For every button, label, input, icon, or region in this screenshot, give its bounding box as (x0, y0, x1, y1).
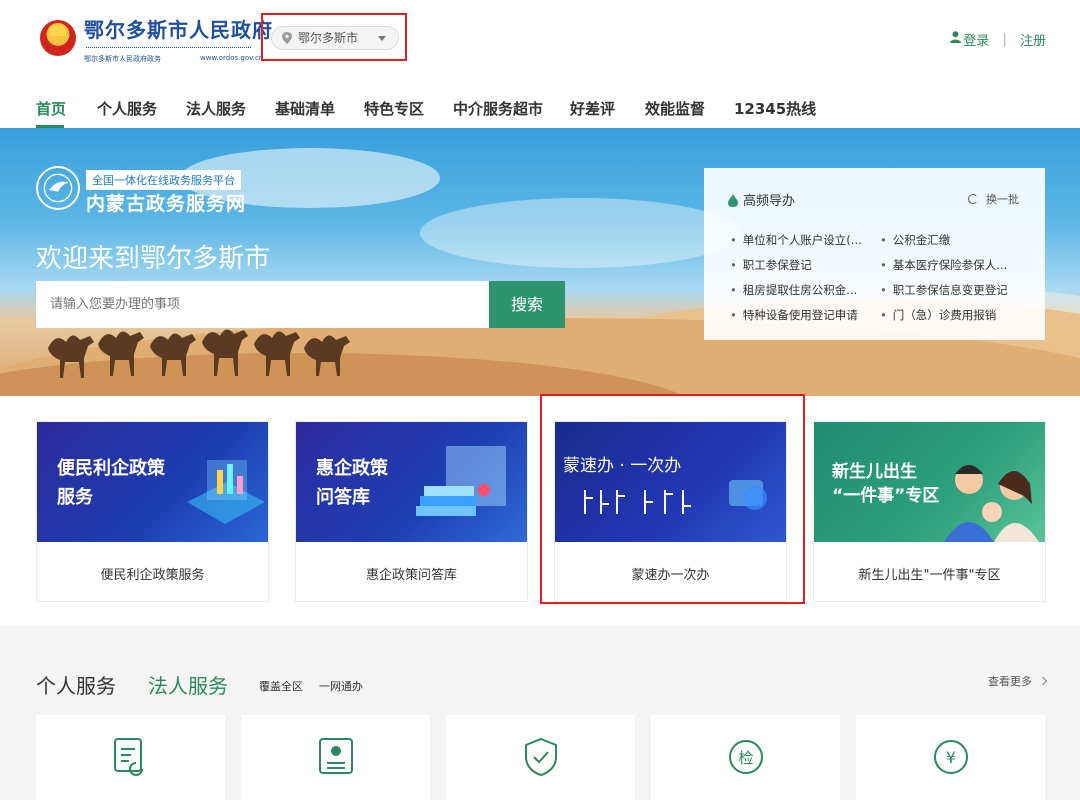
mongolian-script-decoration (86, 38, 251, 48)
quick-guide-item[interactable]: 单位和个人账户设立(... (730, 232, 862, 248)
svg-text:检: 检 (738, 749, 753, 767)
quick-guide-item[interactable]: 职工参保信息变更登记 (880, 282, 1008, 298)
quick-guide-panel: 高频导办 换一批 单位和个人账户设立(... 公积金汇缴 职工参保登记 基本医疗… (704, 168, 1045, 340)
isometric-chart-icon (187, 460, 265, 524)
id-card-icon (319, 738, 353, 774)
chevron-right-icon (1038, 676, 1048, 686)
inspect-icon: 检 (729, 740, 763, 774)
card-banner-image: 便民利企政策 服务 (37, 422, 268, 542)
cloud-decoration (420, 198, 740, 268)
refresh-label: 换一批 (986, 193, 1019, 206)
quick-guide-title: 高频导办 (728, 190, 795, 209)
quick-guide-item[interactable]: 基本医疗保险参保人... (880, 257, 1007, 273)
quick-guide-title-text: 高频导办 (743, 194, 796, 209)
nav-item-legal[interactable]: 法人服务 (186, 98, 246, 119)
page: 鄂尔多斯市人民政府 鄂尔多斯市人民政府政务 www.ordos.gov.cn 鄂… (0, 0, 1080, 800)
platform-tag: 全国一体化在线政务服务平台 (86, 170, 241, 190)
card-banner-line: 新生儿出生 (832, 462, 917, 482)
yuan-icon: ¥ (934, 740, 968, 774)
shield-check-icon (525, 737, 557, 777)
quick-guide-item[interactable]: 职工参保登记 (730, 257, 812, 273)
card-banner-text: 便民利企政策 服务 (57, 454, 165, 512)
quick-guide-item[interactable]: 门（急）诊费用报销 (880, 307, 997, 323)
hero-banner: 全国一体化在线政务服务平台 内蒙古政务服务网 欢迎来到鄂尔多斯市 搜索 高频导办… (0, 128, 1080, 396)
login-link[interactable]: 登录 (950, 30, 989, 49)
one-network-label: 一网通办 (319, 680, 363, 693)
service-tile[interactable] (241, 715, 430, 800)
auth-links: 登录 | 注册 (950, 30, 1046, 49)
flame-icon (728, 194, 738, 207)
family-illustration-icon (944, 465, 1039, 542)
city-selector[interactable]: 鄂尔多斯市 (271, 26, 399, 50)
card-label: 便民利企政策服务 (100, 568, 205, 583)
service-card-policy[interactable]: 便民利企政策 服务 便民利企政策服务 (36, 421, 269, 602)
platform-logo-icon (36, 166, 80, 210)
search-input[interactable] (36, 281, 490, 328)
location-pin-icon (282, 32, 292, 44)
highlight-frame-card (540, 394, 805, 604)
card-label: 新生儿出生"一件事"专区 (858, 568, 1001, 583)
coverage-label: 覆盖全区 (259, 680, 303, 693)
books-illustration-icon (416, 446, 506, 516)
card-banner-line: 问答库 (316, 487, 370, 508)
service-tile[interactable] (36, 715, 225, 800)
nav-item-supervision[interactable]: 效能监督 (645, 98, 705, 119)
form-refresh-icon (114, 738, 143, 776)
card-label: 惠企政策问答库 (365, 568, 457, 583)
card-banner-line: 便民利企政策 (57, 458, 165, 479)
card-banner-text: 惠企政策 问答库 (316, 454, 388, 512)
card-banner-line: 服务 (57, 487, 93, 508)
services-section: 个人服务 法人服务 覆盖全区 一网通办 查看更多 检 ¥ (0, 626, 1080, 800)
tab-personal-services[interactable]: 个人服务 (36, 670, 116, 699)
chevron-down-icon (378, 36, 386, 41)
quick-guide-item[interactable]: 特种设备使用登记申请 (730, 307, 858, 323)
nav-item-agency-market[interactable]: 中介服务超市 (453, 98, 543, 119)
refresh-button[interactable]: 换一批 (968, 191, 1019, 207)
refresh-icon (968, 194, 978, 204)
service-card-qa[interactable]: 惠企政策 问答库 惠企政策问答库 (295, 421, 528, 602)
header: 鄂尔多斯市人民政府 鄂尔多斯市人民政府政务 www.ordos.gov.cn 鄂… (0, 0, 1080, 80)
register-link[interactable]: 注册 (1020, 30, 1046, 49)
card-banner-image: 新生儿出生 “一件事”专区 (814, 422, 1045, 542)
national-emblem-icon (40, 20, 76, 56)
view-more-link[interactable]: 查看更多 (988, 673, 1048, 689)
card-banner-line: 惠企政策 (316, 458, 388, 479)
view-more-label: 查看更多 (988, 675, 1032, 688)
quick-guide-item[interactable]: 租房提取住房公积金... (730, 282, 857, 298)
site-domain: www.ordos.gov.cn (200, 54, 264, 62)
nav-item-basic-list[interactable]: 基础清单 (275, 98, 335, 119)
svg-text:¥: ¥ (946, 748, 956, 767)
login-label: 登录 (963, 34, 990, 49)
platform-name[interactable]: 内蒙古政务服务网 (86, 189, 246, 216)
city-selector-value: 鄂尔多斯市 (298, 31, 359, 45)
quick-guide-item[interactable]: 公积金汇缴 (880, 232, 951, 248)
service-tile[interactable]: 检 (651, 715, 840, 800)
service-tile[interactable]: ¥ (856, 715, 1045, 800)
service-tile[interactable] (446, 715, 635, 800)
nav-item-rating[interactable]: 好差评 (570, 98, 615, 119)
auth-divider: | (1002, 32, 1007, 47)
card-banner-text: 新生儿出生 “一件事”专区 (832, 460, 939, 508)
nav-item-hotline[interactable]: 12345热线 (734, 98, 816, 119)
service-card-newborn[interactable]: 新生儿出生 “一件事”专区 新生儿出生"一件事"专区 (813, 421, 1046, 602)
nav-item-personal[interactable]: 个人服务 (97, 98, 157, 119)
site-subtitle: 鄂尔多斯市人民政府政务 (84, 55, 161, 63)
user-icon (950, 31, 962, 43)
card-banner-image: 惠企政策 问答库 (296, 422, 527, 542)
nav-item-special[interactable]: 特色专区 (364, 98, 424, 119)
card-banner-line: “一件事”专区 (832, 486, 940, 506)
main-nav: 首页 个人服务 法人服务 基础清单 特色专区 中介服务超市 好差评 效能监督 1… (0, 88, 1080, 128)
search-button[interactable]: 搜索 (489, 281, 565, 328)
nav-item-home[interactable]: 首页 (36, 98, 66, 119)
welcome-heading: 欢迎来到鄂尔多斯市 (36, 244, 271, 274)
tab-legal-services[interactable]: 法人服务 (148, 670, 228, 699)
